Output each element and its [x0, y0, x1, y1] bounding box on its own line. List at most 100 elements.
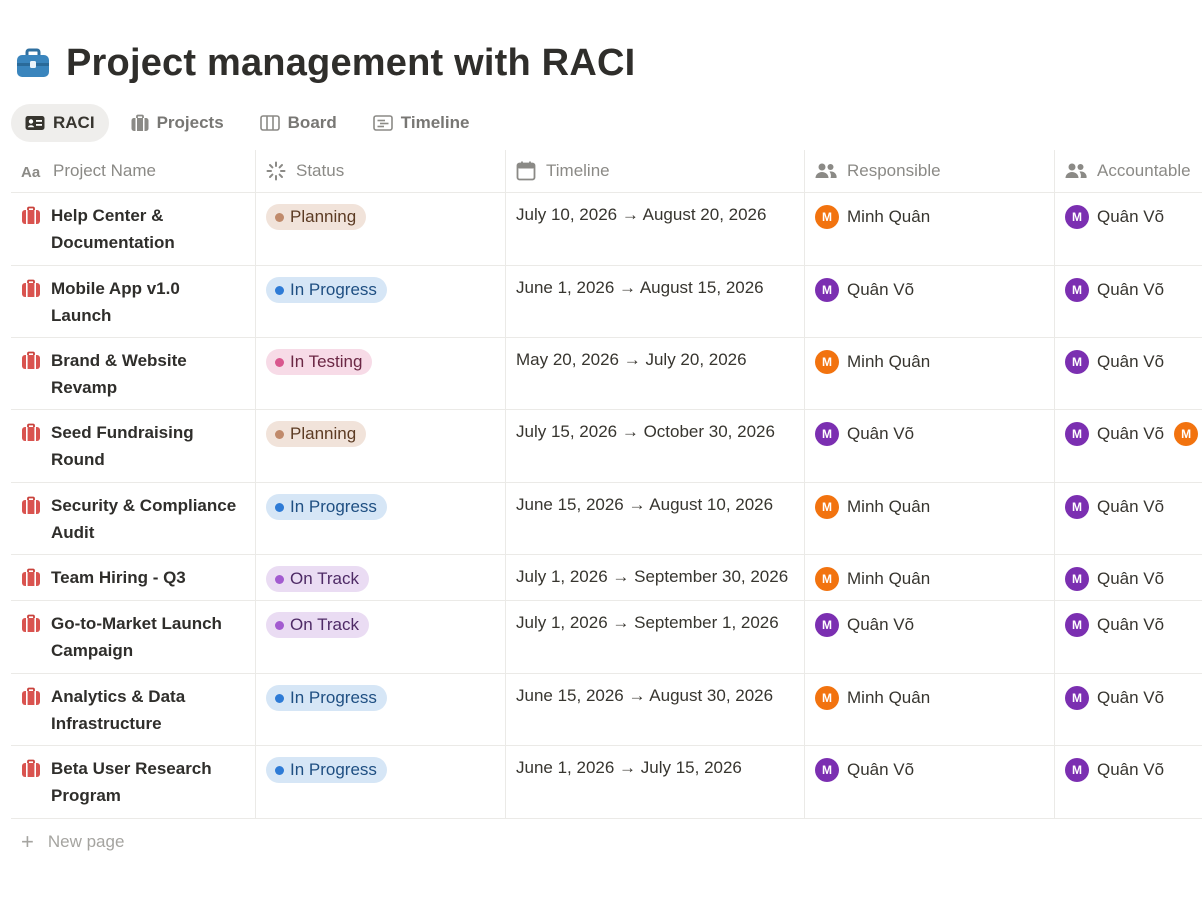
- status-cell[interactable]: On Track: [256, 555, 506, 600]
- timeline-cell[interactable]: July 1, 2026 → September 1, 2026: [506, 601, 805, 673]
- accountable-cell[interactable]: M Quân Võ: [1055, 746, 1202, 818]
- status-cell[interactable]: On Track: [256, 601, 506, 673]
- tab-raci[interactable]: RACI: [11, 104, 109, 142]
- briefcase-icon: [22, 279, 40, 297]
- column-header-responsible[interactable]: Responsible: [805, 150, 1055, 192]
- responsible-cell[interactable]: M Minh Quân: [805, 338, 1055, 409]
- tab-board[interactable]: Board: [246, 104, 351, 142]
- column-header-accountable[interactable]: Accountable: [1055, 150, 1202, 192]
- table-header: Aa Project Name Status Timeline Responsi…: [11, 150, 1202, 193]
- project-name-cell[interactable]: Brand & Website Revamp: [11, 338, 256, 409]
- status-cell[interactable]: In Progress: [256, 674, 506, 745]
- timeline-cell[interactable]: June 15, 2026 → August 30, 2026: [506, 674, 805, 745]
- person[interactable]: M Minh Quân: [815, 567, 930, 591]
- status-cell[interactable]: In Testing: [256, 338, 506, 409]
- column-header-status[interactable]: Status: [256, 150, 506, 192]
- tab-timeline[interactable]: Timeline: [359, 104, 484, 142]
- person[interactable]: M Quân Võ: [815, 422, 914, 446]
- responsible-cell[interactable]: M Quân Võ: [805, 410, 1055, 482]
- accountable-cell[interactable]: M Quân Võ: [1055, 193, 1202, 265]
- person[interactable]: M Minh Quân: [815, 350, 930, 374]
- responsible-cell[interactable]: M Quân Võ: [805, 601, 1055, 673]
- responsible-cell[interactable]: M Minh Quân: [805, 674, 1055, 745]
- timeline-cell[interactable]: July 15, 2026 → October 30, 2026: [506, 410, 805, 482]
- person[interactable]: M Quân Võ: [815, 278, 914, 302]
- timeline-range: July 10, 2026 → August 20, 2026: [516, 205, 767, 224]
- column-header-project-name[interactable]: Aa Project Name: [11, 150, 256, 192]
- project-name-cell[interactable]: Team Hiring - Q3: [11, 555, 256, 600]
- person[interactable]: M Quân Võ: [1065, 567, 1164, 591]
- responsible-cell[interactable]: M Quân Võ: [805, 746, 1055, 818]
- accountable-cell[interactable]: M Quân Võ: [1055, 555, 1202, 600]
- table-row[interactable]: Mobile App v1.0 Launch In Progress June 1,…: [11, 266, 1202, 338]
- accountable-cell[interactable]: M Quân Võ: [1055, 266, 1202, 337]
- table-row[interactable]: Go-to-Market Launch Campaign On Track July…: [11, 601, 1202, 674]
- avatar: M: [1065, 205, 1089, 229]
- person[interactable]: M Quân Võ: [1065, 350, 1164, 374]
- accountable-cell[interactable]: M Quân Võ: [1055, 483, 1202, 554]
- status-label: In Testing: [290, 352, 363, 371]
- table-row[interactable]: Analytics & Data Infrastructure In Progre…: [11, 674, 1202, 746]
- table-row[interactable]: Seed Fundraising Round Planning July 15, 2…: [11, 410, 1202, 483]
- status-cell[interactable]: Planning: [256, 193, 506, 265]
- timeline-cell[interactable]: June 1, 2026 → July 15, 2026: [506, 746, 805, 818]
- project-name-cell[interactable]: Seed Fundraising Round: [11, 410, 256, 482]
- responsible-cell[interactable]: M Minh Quân: [805, 555, 1055, 600]
- briefcase-icon: [22, 496, 40, 514]
- person[interactable]: M Quân Võ: [1065, 278, 1164, 302]
- project-name-cell[interactable]: Security & Compliance Audit: [11, 483, 256, 554]
- accountable-cell[interactable]: M Quân Võ: [1055, 601, 1202, 673]
- responsible-cell[interactable]: M Quân Võ: [805, 266, 1055, 337]
- person[interactable]: M Quân Võ: [1065, 758, 1164, 782]
- table-row[interactable]: Team Hiring - Q3 On Track July 1, 2026 → S…: [11, 555, 1202, 601]
- briefcase-icon: [22, 759, 40, 777]
- status-cell[interactable]: In Progress: [256, 266, 506, 337]
- person[interactable]: M Quân Võ: [1065, 422, 1164, 446]
- table-row[interactable]: Security & Compliance Audit In Progress Ju…: [11, 483, 1202, 555]
- person[interactable]: M Quân Võ: [815, 613, 914, 637]
- responsible-cell[interactable]: M Minh Quân: [805, 483, 1055, 554]
- person[interactable]: M: [1174, 422, 1202, 446]
- accountable-cell[interactable]: M Quân Võ: [1055, 674, 1202, 745]
- accountable-cell[interactable]: M Quân Võ M: [1055, 410, 1202, 482]
- tab-projects[interactable]: Projects: [117, 104, 238, 142]
- table-row[interactable]: Beta User Research Program In Progress Jun…: [11, 746, 1202, 819]
- timeline-cell[interactable]: June 15, 2026 → August 10, 2026: [506, 483, 805, 554]
- avatar: M: [1065, 278, 1089, 302]
- table-row[interactable]: Help Center & Documentation Planning July …: [11, 193, 1202, 266]
- status-cell[interactable]: In Progress: [256, 746, 506, 818]
- timeline-cell[interactable]: July 1, 2026 → September 30, 2026: [506, 555, 805, 600]
- person[interactable]: M Minh Quân: [815, 205, 930, 229]
- timeline-range: June 1, 2026 → July 15, 2026: [516, 758, 742, 777]
- timeline-cell[interactable]: July 10, 2026 → August 20, 2026: [506, 193, 805, 265]
- project-name-cell[interactable]: Analytics & Data Infrastructure: [11, 674, 256, 745]
- status-label: In Progress: [290, 688, 377, 707]
- person-name: Quân Võ: [1097, 497, 1165, 516]
- timeline-cell[interactable]: May 20, 2026 → July 20, 2026: [506, 338, 805, 409]
- status-dot: [275, 693, 284, 703]
- project-name: Brand & Website Revamp: [51, 351, 187, 397]
- person[interactable]: M Quân Võ: [815, 758, 914, 782]
- column-label: Project Name: [53, 161, 156, 180]
- person[interactable]: M Minh Quân: [815, 495, 930, 519]
- accountable-cell[interactable]: M Quân Võ: [1055, 338, 1202, 409]
- person[interactable]: M Quân Võ: [1065, 205, 1164, 229]
- avatar: M: [815, 758, 839, 782]
- responsible-cell[interactable]: M Minh Quân: [805, 193, 1055, 265]
- project-name-cell[interactable]: Beta User Research Program: [11, 746, 256, 818]
- column-header-timeline[interactable]: Timeline: [506, 150, 805, 192]
- status-cell[interactable]: Planning: [256, 410, 506, 482]
- project-name-cell[interactable]: Go-to-Market Launch Campaign: [11, 601, 256, 673]
- table-row[interactable]: Brand & Website Revamp In Testing May 20, …: [11, 338, 1202, 410]
- person[interactable]: M Quân Võ: [1065, 686, 1164, 710]
- person[interactable]: M Quân Võ: [1065, 613, 1164, 637]
- status-label: Planning: [290, 424, 357, 443]
- project-name-cell[interactable]: Help Center & Documentation: [11, 193, 256, 265]
- column-label: Accountable: [1097, 161, 1191, 180]
- person[interactable]: M Minh Quân: [815, 686, 930, 710]
- status-cell[interactable]: In Progress: [256, 483, 506, 554]
- project-name-cell[interactable]: Mobile App v1.0 Launch: [11, 266, 256, 337]
- person[interactable]: M Quân Võ: [1065, 495, 1164, 519]
- timeline-cell[interactable]: June 1, 2026 → August 15, 2026: [506, 266, 805, 337]
- new-page-button[interactable]: + New page: [21, 831, 124, 853]
